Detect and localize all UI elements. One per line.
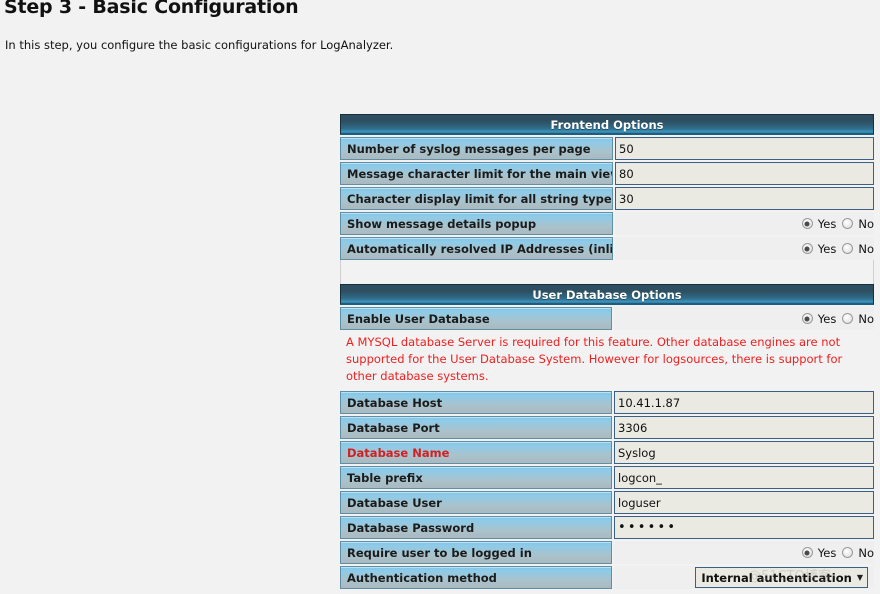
radio-group-require-user-to-be-logged-in: Yes No	[614, 541, 874, 564]
field-label-database-host: Database Host	[340, 391, 612, 414]
form-row-table-prefix: Table prefix	[340, 466, 874, 489]
radio-option-no-show-message-details-popup[interactable]: No	[842, 217, 874, 231]
user-database-options-header: User Database Options	[340, 284, 874, 305]
input-database-password[interactable]: ••••••	[614, 516, 874, 539]
field-value-database-port	[612, 416, 874, 439]
radio-option-no-require-user-to-be-logged-in[interactable]: No	[842, 546, 874, 560]
radio-option-yes-require-user-to-be-logged-in[interactable]: Yes	[801, 545, 837, 560]
select-wrap-authentication-method: Internal authentication ▼	[614, 566, 874, 589]
field-value-message-character-limit-for-the-main-view	[613, 162, 874, 185]
section-spacer	[340, 260, 874, 284]
field-label-show-message-details-popup: Show message details popup	[340, 212, 613, 235]
radio-yes-label: Yes	[817, 545, 837, 560]
field-label-database-name: Database Name	[340, 441, 612, 464]
radio-group-enable-user-database: Yes No	[614, 307, 874, 330]
radio-group-show-message-details-popup: Yes No	[615, 212, 874, 235]
field-label-require-user-to-be-logged-in: Require user to be logged in	[340, 541, 612, 564]
page-root: Step 3 - Basic Configuration In this ste…	[0, 0, 880, 594]
form-row-number-of-syslog-messages-per-page: Number of syslog messages per page	[340, 137, 874, 160]
radio-option-yes-show-message-details-popup[interactable]: Yes	[801, 216, 837, 231]
input-character-display-limit-for-all-string-type-fiel[interactable]	[615, 187, 874, 210]
form-row-database-host: Database Host	[340, 391, 874, 414]
radio-yes-icon[interactable]	[801, 218, 813, 229]
select-authentication-method[interactable]: Internal authentication ▼	[695, 567, 868, 588]
field-value-show-message-details-popup: Yes No	[613, 212, 874, 235]
form-row-show-message-details-popup: Show message details popup Yes No	[340, 212, 874, 235]
frontend-options-rows: Number of syslog messages per pageMessag…	[340, 137, 874, 260]
radio-no-icon[interactable]	[842, 243, 854, 254]
field-label-authentication-method: Authentication method	[340, 566, 612, 589]
form-row-automatically-resolved-ip-addresses-inline: Automatically resolved IP Addresses (inl…	[340, 237, 874, 260]
field-label-database-password: Database Password	[340, 516, 612, 539]
field-label-table-prefix: Table prefix	[340, 466, 612, 489]
field-label-enable-user-database: Enable User Database	[340, 307, 612, 330]
radio-option-no-automatically-resolved-ip-addresses-inline[interactable]: No	[842, 242, 874, 256]
radio-yes-icon[interactable]	[801, 547, 813, 558]
input-number-of-syslog-messages-per-page[interactable]	[615, 137, 874, 160]
radio-yes-label: Yes	[817, 311, 837, 326]
radio-yes-label: Yes	[817, 216, 837, 231]
radio-no-icon[interactable]	[842, 313, 854, 324]
form-row-enable-user-database: Enable User Database Yes No	[340, 307, 874, 330]
field-value-authentication-method: Internal authentication ▼	[612, 566, 874, 589]
field-label-automatically-resolved-ip-addresses-inline: Automatically resolved IP Addresses (inl…	[340, 237, 613, 260]
field-value-enable-user-database: Yes No	[612, 307, 874, 330]
form-row-database-port: Database Port	[340, 416, 874, 439]
input-database-host[interactable]	[614, 391, 874, 414]
field-value-database-name	[612, 441, 874, 464]
select-selected-value: Internal authentication	[701, 570, 852, 585]
form-row-authentication-method: Authentication method Internal authentica…	[340, 566, 874, 589]
user-database-enable-rows: Enable User Database Yes No	[340, 307, 874, 330]
field-value-number-of-syslog-messages-per-page	[613, 137, 874, 160]
radio-no-label: No	[858, 311, 874, 326]
radio-option-yes-enable-user-database[interactable]: Yes	[801, 311, 837, 326]
form-row-message-character-limit-for-the-main-view: Message character limit for the main vie…	[340, 162, 874, 185]
radio-option-yes-automatically-resolved-ip-addresses-inline[interactable]: Yes	[801, 241, 837, 256]
field-value-require-user-to-be-logged-in: Yes No	[612, 541, 874, 564]
radio-yes-label: Yes	[817, 241, 837, 256]
input-database-port[interactable]	[614, 416, 874, 439]
input-table-prefix[interactable]	[614, 466, 874, 489]
radio-no-label: No	[858, 241, 874, 256]
field-label-message-character-limit-for-the-main-view: Message character limit for the main vie…	[340, 162, 613, 185]
field-label-database-port: Database Port	[340, 416, 612, 439]
field-value-database-password: ••••••	[612, 516, 874, 539]
section-frontend-options: Frontend Options Number of syslog messag…	[340, 114, 874, 260]
page-intro-text: In this step, you configure the basic co…	[5, 38, 394, 52]
input-database-user[interactable]	[614, 491, 874, 514]
radio-no-icon[interactable]	[842, 218, 854, 229]
field-label-character-display-limit-for-all-string-type-fiel: Character display limit for all string t…	[340, 187, 613, 210]
field-value-database-user	[612, 491, 874, 514]
field-value-character-display-limit-for-all-string-type-fiel	[613, 187, 874, 210]
radio-option-no-enable-user-database[interactable]: No	[842, 312, 874, 326]
input-message-character-limit-for-the-main-view[interactable]	[615, 162, 874, 185]
chevron-down-icon[interactable]: ▼	[857, 573, 863, 582]
field-value-database-host	[612, 391, 874, 414]
form-row-database-user: Database User	[340, 491, 874, 514]
form-row-character-display-limit-for-all-string-type-fiel: Character display limit for all string t…	[340, 187, 874, 210]
user-database-rows: Database HostDatabase PortDatabase NameT…	[340, 391, 874, 589]
frontend-options-header: Frontend Options	[340, 114, 874, 135]
section-user-database-options: User Database Options Enable User Databa…	[340, 284, 874, 589]
mysql-requirement-notice: A MYSQL database Server is required for …	[340, 330, 874, 389]
form-row-require-user-to-be-logged-in: Require user to be logged in Yes No	[340, 541, 874, 564]
page-title: Step 3 - Basic Configuration	[4, 0, 299, 18]
radio-group-automatically-resolved-ip-addresses-inline: Yes No	[615, 237, 874, 260]
field-label-database-user: Database User	[340, 491, 612, 514]
form-row-database-name: Database Name	[340, 441, 874, 464]
input-database-name[interactable]	[614, 441, 874, 464]
radio-no-label: No	[858, 216, 874, 231]
form-row-database-password: Database Password ••••••	[340, 516, 874, 539]
configuration-form: Frontend Options Number of syslog messag…	[340, 114, 874, 589]
radio-yes-icon[interactable]	[801, 313, 813, 324]
radio-no-icon[interactable]	[842, 547, 854, 558]
field-label-number-of-syslog-messages-per-page: Number of syslog messages per page	[340, 137, 613, 160]
radio-no-label: No	[858, 545, 874, 560]
radio-yes-icon[interactable]	[801, 243, 813, 254]
field-value-automatically-resolved-ip-addresses-inline: Yes No	[613, 237, 874, 260]
field-value-table-prefix	[612, 466, 874, 489]
